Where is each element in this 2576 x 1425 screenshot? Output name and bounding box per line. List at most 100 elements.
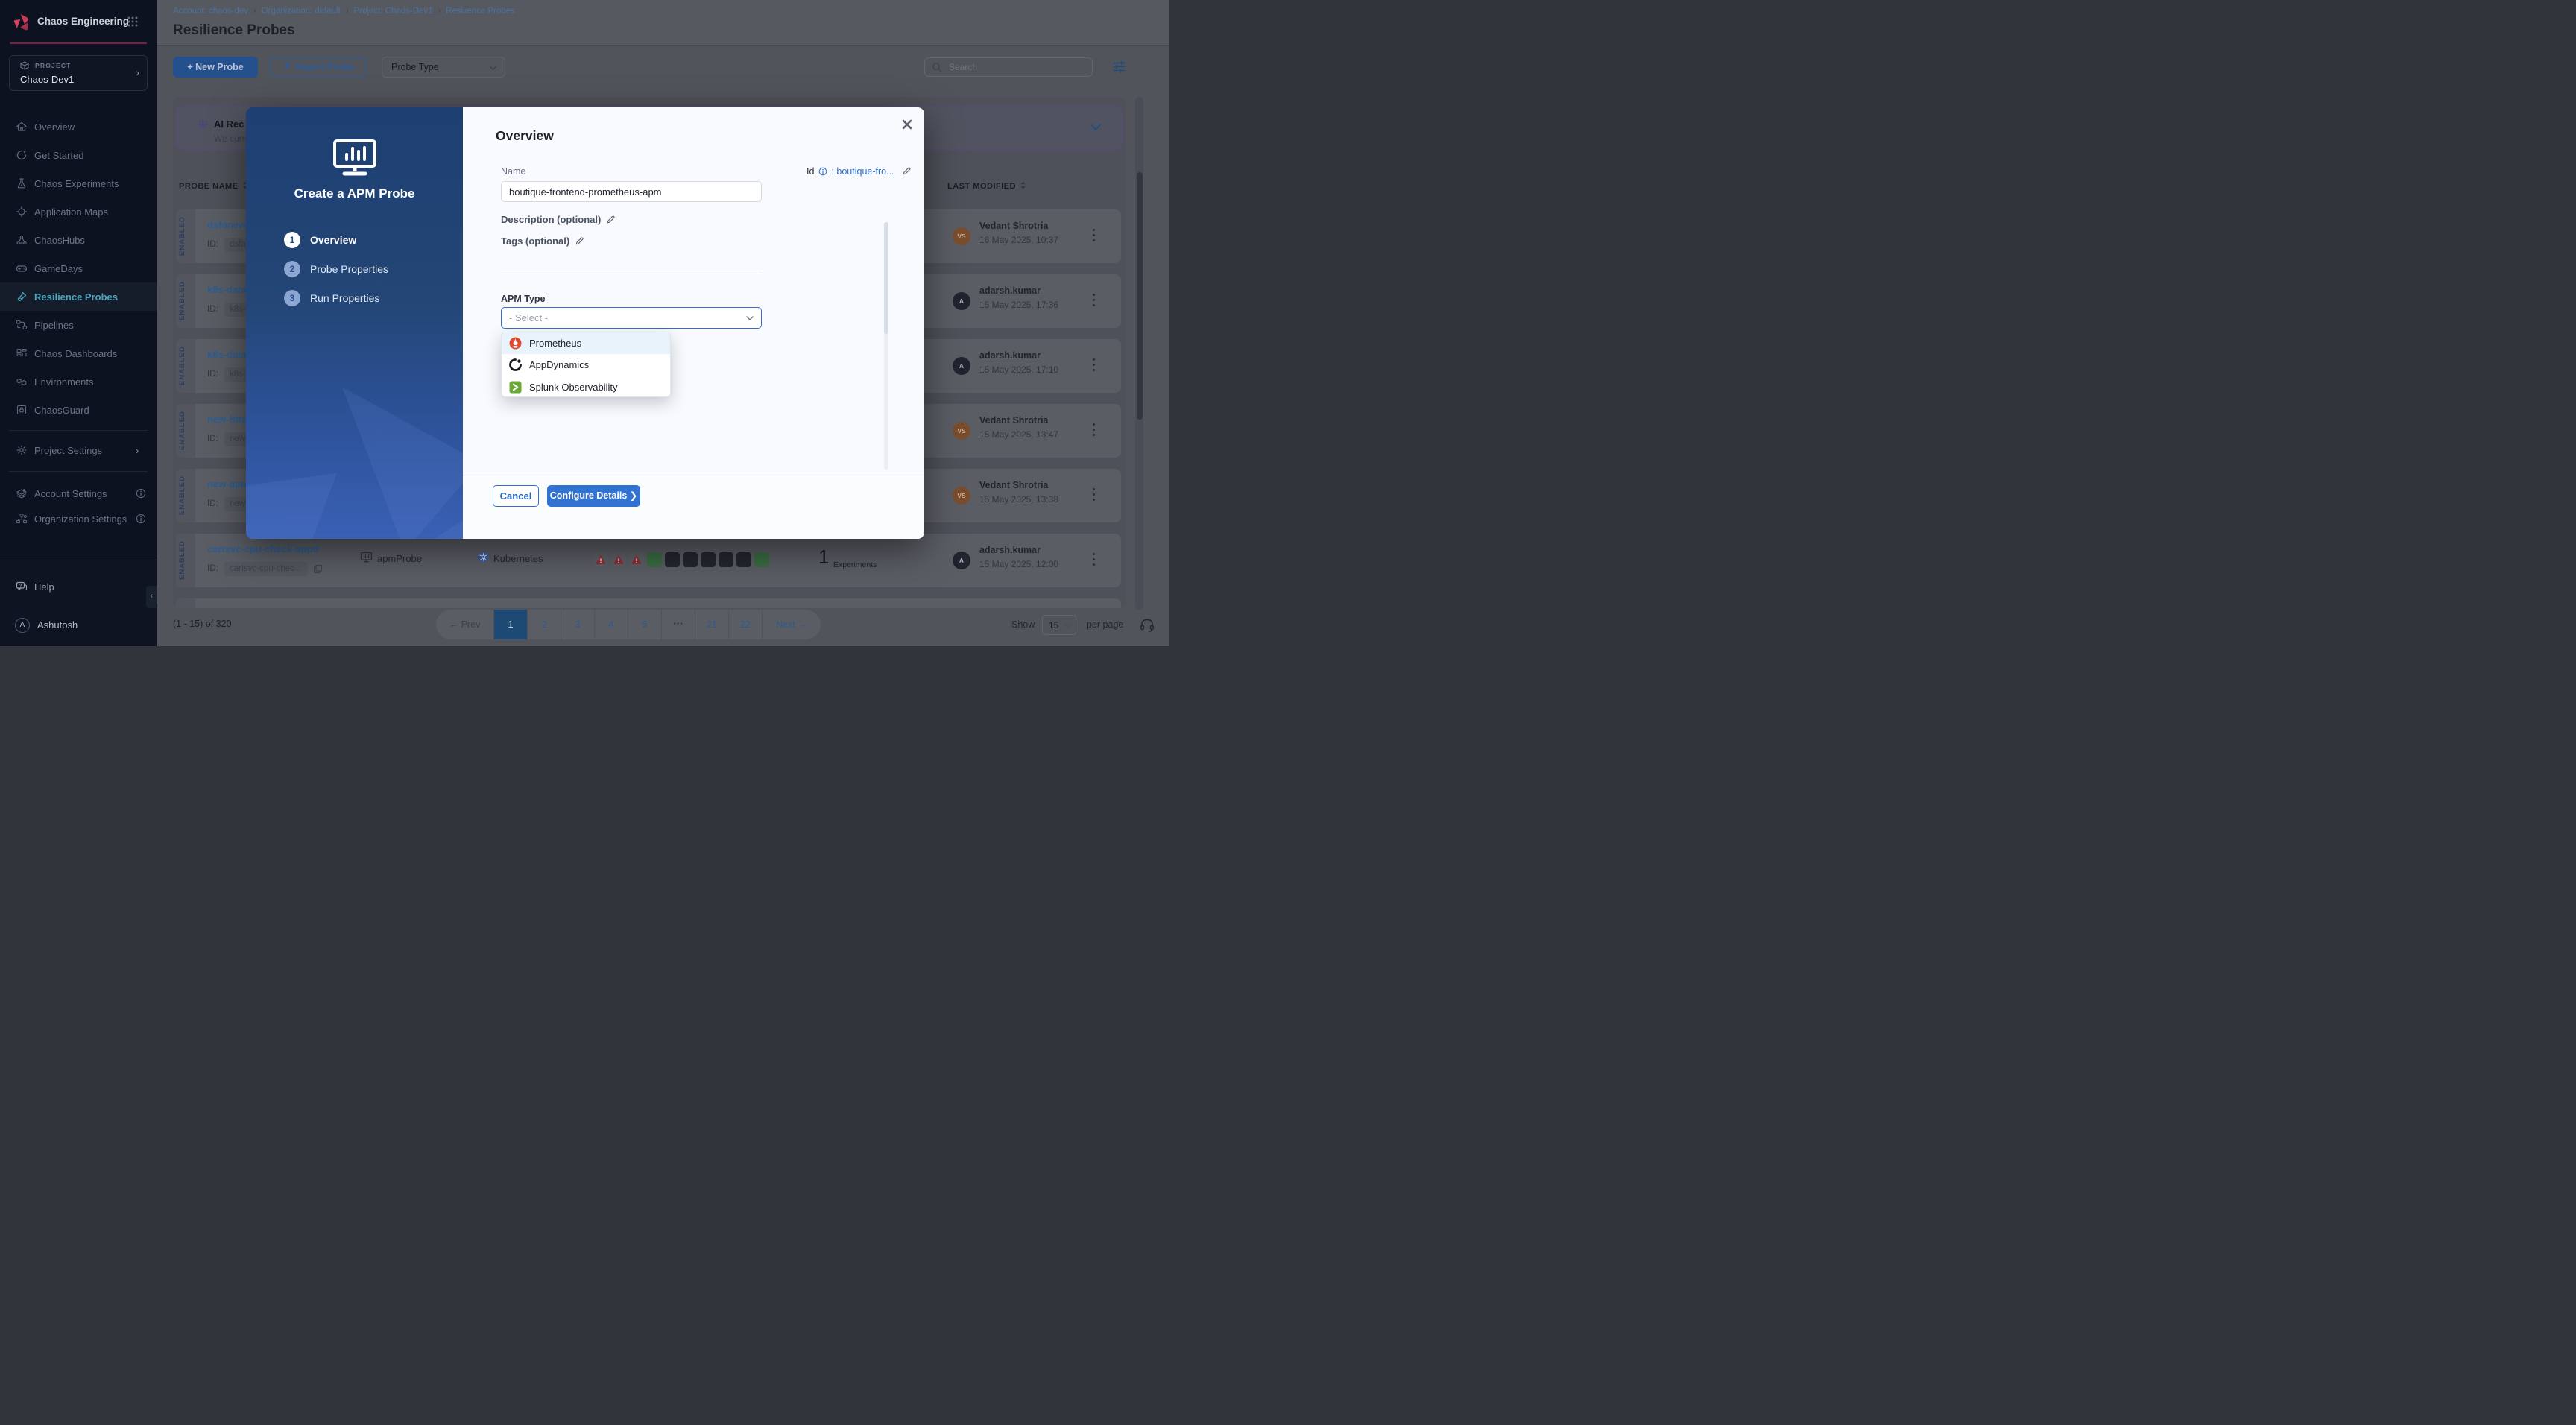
- sidebar-item-resilience-probes[interactable]: Resilience Probes: [0, 282, 157, 311]
- page-button-4[interactable]: 4: [595, 610, 628, 639]
- page-size-select[interactable]: 15: [1042, 615, 1076, 635]
- sidebar-item-label: GameDays: [34, 263, 83, 274]
- edit-pencil-icon[interactable]: [902, 166, 912, 176]
- id-label: ID:: [207, 370, 218, 379]
- row-menu-button[interactable]: [1093, 488, 1096, 503]
- sidebar-item-chaoshubs[interactable]: ChaosHubs: [0, 226, 157, 254]
- sidebar-item-chaosguard[interactable]: ChaosGuard: [0, 396, 157, 424]
- divider: [9, 471, 148, 472]
- scrollbar-thumb[interactable]: [1137, 172, 1143, 420]
- wizard-step-probe-properties[interactable]: 2 Probe Properties: [284, 261, 455, 279]
- status-badge: ENABLED: [176, 404, 195, 458]
- cancel-button[interactable]: Cancel: [493, 485, 539, 507]
- home-icon: [16, 121, 28, 133]
- chevron-right-icon: ›: [136, 66, 139, 78]
- sidebar-item-get-started[interactable]: Get Started: [0, 141, 157, 169]
- page-button-22[interactable]: 22: [729, 610, 763, 639]
- chevron-down-icon[interactable]: [1089, 121, 1102, 134]
- wizard-step-run-properties[interactable]: 3 Run Properties: [284, 290, 455, 308]
- apm-type-select[interactable]: - Select -: [501, 307, 762, 329]
- column-header-last-modified[interactable]: LAST MODIFIED: [947, 181, 1026, 191]
- configure-details-button[interactable]: Configure Details ❯: [547, 485, 640, 507]
- sidebar-item-environments[interactable]: Environments: [0, 367, 157, 396]
- app-grid-icon[interactable]: [127, 16, 139, 28]
- brand-underline: [10, 42, 147, 44]
- gamepad-icon: [16, 262, 28, 274]
- tags-label[interactable]: Tags (optional): [501, 236, 584, 247]
- guard-icon: [16, 404, 28, 416]
- sidebar-collapse-handle[interactable]: ‹: [146, 586, 157, 608]
- close-icon[interactable]: [900, 118, 914, 131]
- support-headset-icon[interactable]: [1139, 617, 1155, 633]
- breadcrumb-link[interactable]: Account: chaos-dev: [173, 7, 248, 16]
- status-square: [665, 552, 680, 567]
- monitor-icon: [360, 551, 373, 563]
- row-menu-button[interactable]: [1093, 294, 1096, 309]
- modal-form-panel: Overview Name Id : boutique-fro... Descr…: [463, 107, 924, 539]
- sidebar-item-gamedays[interactable]: GameDays: [0, 254, 157, 282]
- probe-name-link[interactable]: cartsvc-cpu-check-appd: [207, 543, 319, 554]
- sidebar-item-application-maps[interactable]: Application Maps: [0, 198, 157, 226]
- probe-type-filter[interactable]: Probe Type: [382, 57, 505, 78]
- next-page-button[interactable]: Next →: [763, 610, 821, 639]
- scrollbar-thumb[interactable]: [884, 222, 888, 334]
- status-square: [754, 552, 769, 567]
- sidebar-item-label: Pipelines: [34, 320, 74, 331]
- row-menu-button[interactable]: [1093, 358, 1096, 373]
- pagination: ← Prev 1 2 3 4 5 ••• 21 22 Next →: [436, 610, 821, 639]
- avatar: VS: [953, 487, 970, 505]
- modal-heading: Overview: [496, 128, 554, 144]
- import-probe-button[interactable]: Import Probe: [270, 57, 367, 78]
- show-label: Show: [1011, 619, 1035, 630]
- breadcrumb-link[interactable]: Project: Chaos-Dev1: [353, 7, 432, 16]
- column-header-probe-name[interactable]: PROBE NAME: [179, 181, 249, 191]
- page-button-5[interactable]: 5: [628, 610, 662, 639]
- edit-pencil-icon[interactable]: [606, 215, 616, 224]
- row-menu-button[interactable]: [1093, 553, 1096, 568]
- sidebar-item-chaos-dashboards[interactable]: Chaos Dashboards: [0, 339, 157, 367]
- step-label: Probe Properties: [310, 263, 388, 275]
- page-button-3[interactable]: 3: [561, 610, 595, 639]
- new-probe-button[interactable]: + New Probe: [173, 57, 258, 78]
- wizard-step-overview[interactable]: 1 Overview: [284, 232, 455, 250]
- probe-name-input[interactable]: [501, 181, 762, 202]
- page-button-1[interactable]: 1: [494, 610, 528, 639]
- probe-type-label: Probe Type: [391, 62, 439, 72]
- sidebar-item-chaos-experiments[interactable]: Chaos Experiments: [0, 169, 157, 198]
- sidebar-item-account-settings[interactable]: Account Settings: [0, 481, 157, 506]
- dropdown-option-appdynamics[interactable]: AppDynamics: [502, 354, 670, 376]
- copy-icon[interactable]: [313, 564, 323, 574]
- screen: Chaos Engineering PROJECT Chaos-Dev1 › O…: [0, 0, 1169, 646]
- page-button-21[interactable]: 21: [695, 610, 729, 639]
- sidebar-item-project-settings[interactable]: Project Settings ›: [0, 436, 157, 464]
- user-menu[interactable]: A Ashutosh: [0, 611, 157, 633]
- description-label[interactable]: Description (optional): [501, 214, 616, 225]
- name-label: Name: [501, 166, 525, 177]
- search-input[interactable]: [947, 59, 1082, 75]
- prev-page-button[interactable]: ← Prev: [436, 610, 494, 639]
- page-scrollbar[interactable]: [1135, 97, 1143, 610]
- breadcrumb: Account: chaos-dev›Organization: default…: [173, 7, 515, 16]
- sidebar-item-pipelines[interactable]: Pipelines: [0, 311, 157, 339]
- dropdown-option-splunk-observability[interactable]: Splunk Observability: [502, 376, 670, 397]
- edit-pencil-icon[interactable]: [575, 236, 584, 246]
- row-menu-button[interactable]: [1093, 229, 1096, 244]
- hexagons-icon: [16, 376, 28, 388]
- project-name: Chaos-Dev1: [20, 74, 74, 85]
- form-scrollbar[interactable]: [884, 222, 888, 470]
- sidebar-item-help[interactable]: ? Help: [0, 575, 157, 598]
- table-row[interactable]: ENABLED cartsvc-cpu-check-appd ID: carts…: [176, 534, 1121, 587]
- page-button-2[interactable]: 2: [528, 610, 561, 639]
- filter-sliders-icon[interactable]: [1112, 60, 1126, 74]
- sidebar-item-overview[interactable]: Overview: [0, 113, 157, 141]
- breadcrumb-link[interactable]: Organization: default: [262, 7, 341, 16]
- probe-name-link[interactable]: new-http-: [207, 414, 250, 425]
- sidebar-item-organization-settings[interactable]: Organization Settings: [0, 506, 157, 531]
- modified-date: 15 May 2025, 13:47: [979, 429, 1058, 440]
- dropdown-option-prometheus[interactable]: Prometheus: [502, 332, 670, 354]
- project-selector[interactable]: PROJECT Chaos-Dev1 ›: [9, 55, 148, 91]
- avatar: A: [953, 292, 970, 310]
- modified-by: adarsh.kumar: [979, 350, 1041, 361]
- row-menu-button[interactable]: [1093, 423, 1096, 438]
- chevron-down-icon: [745, 314, 754, 323]
